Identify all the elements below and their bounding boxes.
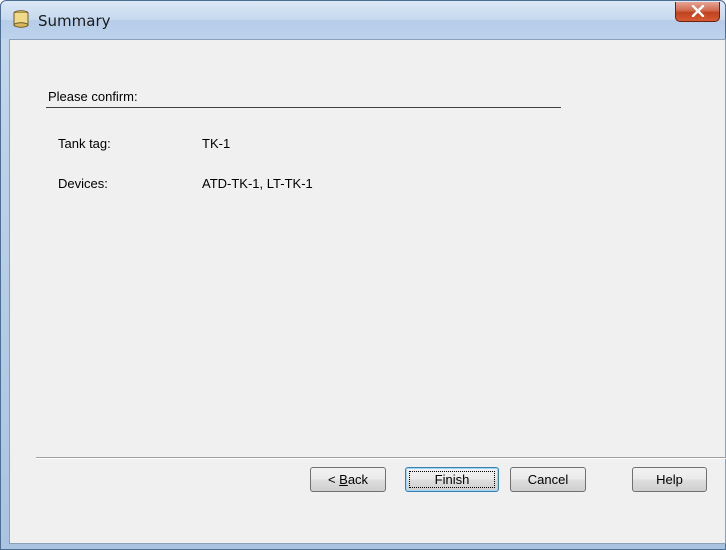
close-button[interactable]	[675, 2, 720, 22]
summary-dialog: Summary Please confirm: Tank tag: TK-1 D…	[0, 0, 726, 550]
title-bar[interactable]: Summary	[1, 1, 725, 39]
back-button[interactable]: < Back	[310, 467, 386, 492]
footer-divider	[36, 457, 726, 459]
tank-tag-label: Tank tag:	[58, 136, 111, 151]
devices-label: Devices:	[58, 176, 108, 191]
back-button-prefix: <	[327, 472, 340, 487]
close-icon	[691, 5, 705, 17]
cancel-button[interactable]: Cancel	[510, 467, 586, 492]
tank-icon	[13, 10, 29, 28]
cancel-button-label: Cancel	[527, 472, 569, 487]
finish-button[interactable]: Finish	[405, 467, 499, 492]
back-button-mnemonic: B	[339, 472, 348, 487]
tank-tag-value: TK-1	[202, 136, 231, 151]
help-button[interactable]: Help	[632, 467, 707, 492]
focus-rectangle	[409, 471, 495, 488]
devices-value: ATD-TK-1, LT-TK-1	[202, 176, 313, 191]
back-button-rest: ack	[347, 472, 369, 487]
dialog-body: Please confirm: Tank tag: TK-1 Devices: …	[9, 39, 726, 544]
heading-divider	[46, 107, 561, 108]
confirm-heading: Please confirm:	[48, 89, 138, 104]
window-title: Summary	[38, 12, 111, 30]
help-button-label: Help	[656, 472, 683, 487]
